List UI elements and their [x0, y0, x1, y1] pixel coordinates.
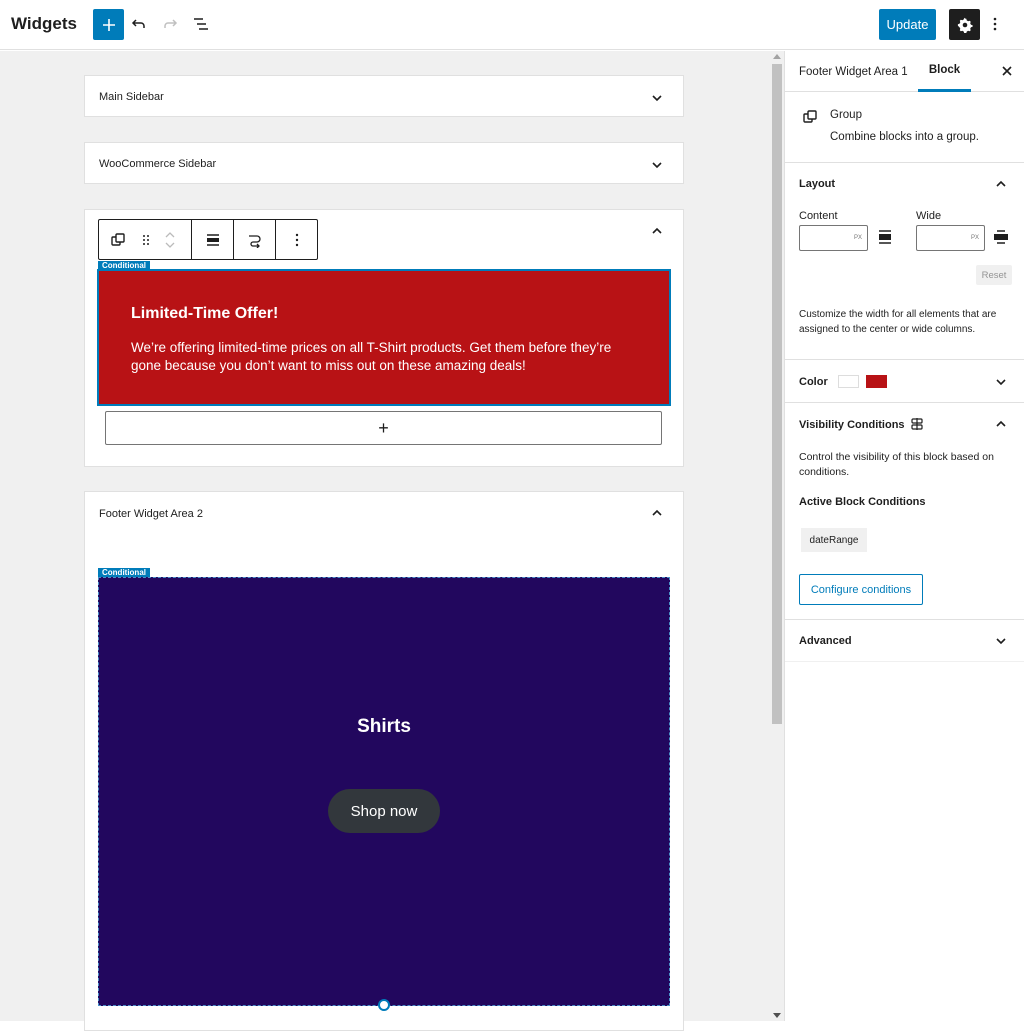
block-toolbar — [98, 219, 318, 260]
drag-handle[interactable] — [137, 220, 155, 259]
widget-area-main-sidebar[interactable]: Main Sidebar — [84, 75, 684, 117]
shop-now-button[interactable]: Shop now — [328, 789, 440, 833]
scroll-up-arrow-icon[interactable] — [773, 54, 781, 59]
shirts-heading[interactable]: Shirts — [99, 716, 669, 738]
visibility-description: Control the visibility of this block bas… — [799, 451, 994, 478]
block-card-title: Group — [830, 109, 862, 121]
color-panel-title[interactable]: Color — [799, 376, 828, 388]
advanced-panel-title[interactable]: Advanced — [799, 635, 852, 647]
align-icon — [206, 233, 219, 246]
canvas-scrollbar[interactable] — [770, 51, 784, 1021]
chevron-down-icon[interactable] — [649, 157, 665, 173]
more-options-icon — [295, 233, 298, 246]
active-conditions-title: Active Block Conditions — [799, 496, 926, 508]
tab-widget-area[interactable]: Footer Widget Area 1 — [799, 51, 908, 92]
chevron-down-icon[interactable] — [649, 90, 665, 106]
widget-area-title: Main Sidebar — [99, 91, 164, 103]
undo-icon — [131, 19, 145, 28]
undo-button[interactable] — [126, 11, 152, 37]
list-view-button[interactable] — [188, 11, 214, 37]
transform-icon — [248, 234, 261, 248]
group-icon — [111, 232, 125, 246]
chevron-up-icon[interactable] — [649, 223, 665, 239]
background-color-swatch[interactable] — [866, 375, 887, 388]
condition-chip: dateRange — [801, 528, 867, 552]
gear-icon — [957, 17, 973, 33]
more-options-button[interactable] — [276, 220, 317, 259]
plus-icon — [102, 18, 115, 31]
chevron-up-icon[interactable] — [649, 505, 665, 521]
resize-handle[interactable] — [378, 999, 390, 1011]
widget-area-title: Footer Widget Area 2 — [99, 508, 203, 520]
move-up-down-buttons[interactable] — [155, 220, 185, 259]
divider — [785, 402, 1024, 403]
widget-area-title: WooCommerce Sidebar — [99, 158, 217, 170]
content-width-label: Content — [799, 210, 838, 222]
scroll-thumb[interactable] — [772, 64, 782, 724]
more-vertical-icon — [993, 17, 997, 31]
offer-group-block[interactable]: Limited-Time Offer! We’re offering limit… — [98, 270, 670, 405]
visibility-conditions-icon — [910, 418, 923, 430]
wide-width-label: Wide — [916, 210, 942, 222]
divider — [785, 619, 1024, 620]
chevron-down-icon[interactable] — [994, 375, 1008, 389]
settings-sidebar: Footer Widget Area 1 Block Group Combine… — [784, 51, 1024, 1021]
shirts-cover-block[interactable]: Shirts Shop now — [98, 577, 670, 1006]
widget-area-woocommerce-sidebar[interactable]: WooCommerce Sidebar — [84, 142, 684, 184]
redo-icon — [164, 19, 178, 28]
offer-paragraph[interactable]: We’re offering limited-time prices on al… — [131, 339, 641, 375]
settings-button[interactable] — [949, 9, 980, 40]
justify-stretch-icon[interactable] — [877, 229, 893, 245]
tab-block[interactable]: Block — [918, 51, 971, 92]
divider — [785, 359, 1024, 360]
chevron-up-icon[interactable] — [994, 417, 1008, 431]
page-title: Widgets — [11, 14, 77, 33]
reset-button[interactable]: Reset — [976, 265, 1012, 285]
add-block-appender[interactable]: + — [105, 411, 662, 445]
unit-label: PX — [970, 235, 979, 241]
visibility-panel-title[interactable]: Visibility Conditions — [799, 418, 923, 431]
editor-header: Widgets Update — [0, 0, 1024, 50]
scroll-down-arrow-icon[interactable] — [773, 1013, 781, 1018]
layout-panel-title[interactable]: Layout — [799, 178, 835, 190]
group-icon — [803, 110, 817, 123]
list-view-icon — [194, 18, 208, 30]
sidebar-tabs: Footer Widget Area 1 Block — [785, 51, 1024, 92]
close-icon — [1002, 66, 1012, 76]
wide-width-input[interactable]: PX — [916, 225, 985, 251]
chevron-up-icon[interactable] — [994, 177, 1008, 191]
text-color-swatch[interactable] — [838, 375, 859, 388]
transform-button[interactable] — [234, 220, 275, 259]
layout-help-text: Customize the width for all elements tha… — [799, 309, 997, 335]
configure-conditions-button[interactable]: Configure conditions — [799, 574, 923, 605]
block-card: Group Combine blocks into a group. — [785, 93, 1024, 163]
chevron-down-icon[interactable] — [994, 634, 1008, 648]
update-button[interactable]: Update — [879, 9, 936, 40]
align-button[interactable] — [192, 220, 233, 259]
move-up-icon[interactable] — [164, 230, 176, 240]
drag-handle-icon — [143, 234, 149, 245]
block-card-description: Combine blocks into a group. — [830, 131, 979, 143]
visibility-title-text: Visibility Conditions — [799, 419, 905, 431]
options-button[interactable] — [985, 11, 1005, 37]
close-sidebar-button[interactable] — [999, 63, 1015, 79]
unit-label: PX — [853, 235, 862, 241]
add-block-button[interactable] — [93, 9, 124, 40]
block-type-button[interactable] — [99, 220, 137, 259]
justify-wide-icon[interactable] — [993, 229, 1009, 245]
move-down-icon[interactable] — [164, 240, 176, 250]
redo-button[interactable] — [157, 11, 183, 37]
content-width-input[interactable]: PX — [799, 225, 868, 251]
divider — [785, 661, 1024, 662]
offer-heading[interactable]: Limited-Time Offer! — [131, 305, 278, 323]
